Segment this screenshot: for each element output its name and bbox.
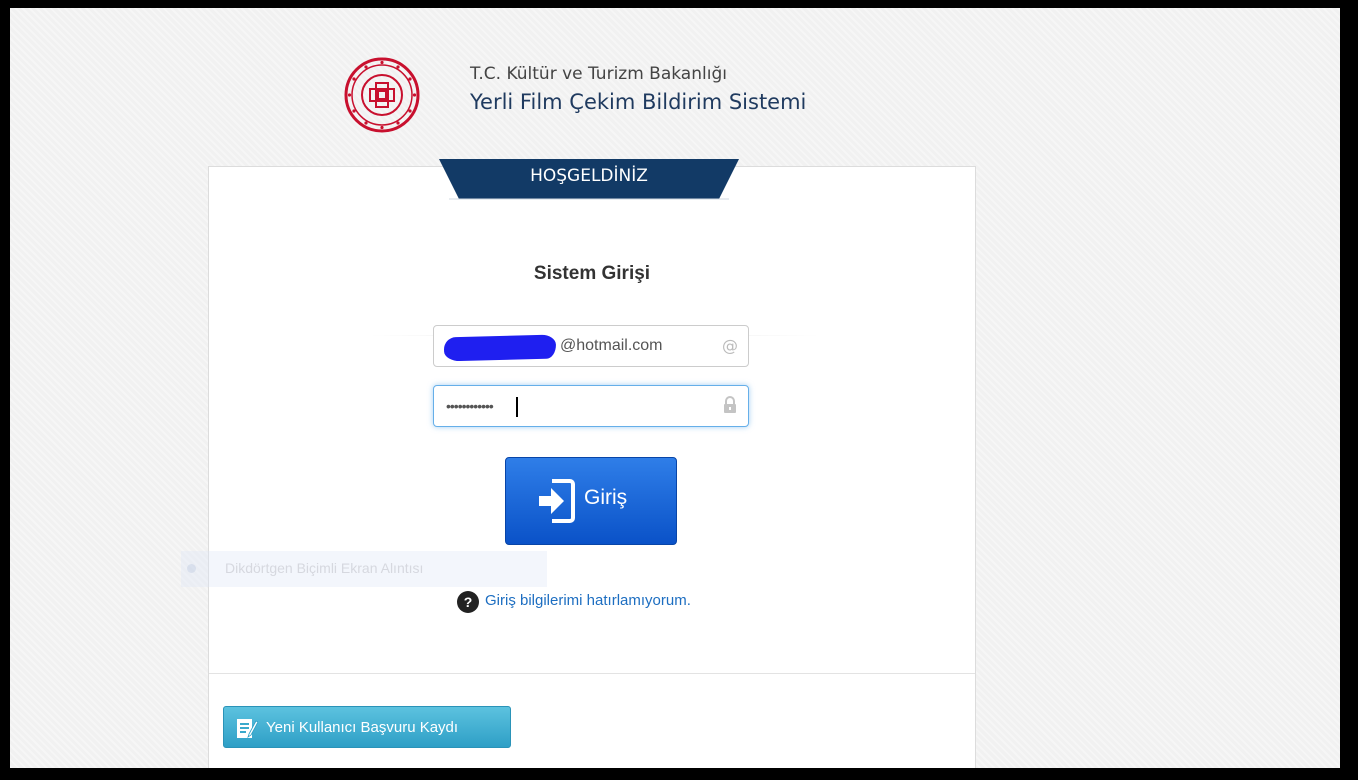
- text-caret: [516, 397, 518, 417]
- welcome-tab: HOŞGELDİNİZ: [439, 159, 739, 203]
- overlay-text: Dikdörtgen Biçimli Ekran Alıntısı: [225, 560, 424, 576]
- register-button-label: Yeni Kullanıcı Başvuru Kaydı: [266, 719, 459, 736]
- system-title: Yerli Film Çekim Bildirim Sistemi: [470, 90, 807, 114]
- edit-form-icon: [237, 719, 258, 738]
- login-button[interactable]: Giriş: [505, 457, 677, 545]
- login-button-label: Giriş: [584, 486, 628, 509]
- email-input[interactable]: [434, 326, 748, 366]
- password-input[interactable]: [434, 386, 748, 426]
- welcome-label: HOŞGELDİNİZ: [530, 166, 648, 186]
- footer-divider: [209, 673, 975, 674]
- lock-icon: [722, 396, 738, 418]
- ministry-name: T.C. Kültür ve Turizm Bakanlığı: [470, 64, 727, 84]
- login-card: HOŞGELDİNİZ Sistem Girişi @hotmail.com @…: [181, 159, 976, 768]
- snip-overlay: Dikdörtgen Biçimli Ekran Alıntısı: [181, 551, 547, 587]
- at-icon: @: [722, 336, 738, 355]
- forgot-credentials-link[interactable]: Giriş bilgilerimi hatırlamıyorum.: [485, 592, 691, 609]
- login-title: Sistem Girişi: [533, 263, 651, 284]
- email-field[interactable]: @: [433, 325, 749, 367]
- new-user-register-button[interactable]: Yeni Kullanıcı Başvuru Kaydı: [223, 706, 511, 748]
- page-background: T.C. Kültür ve Turizm Bakanlığı Yerli Fi…: [10, 8, 1340, 768]
- question-icon: ?: [457, 591, 479, 613]
- overlay-dot: [187, 564, 196, 573]
- ministry-emblem-icon: [344, 57, 420, 133]
- sign-in-icon: [539, 479, 575, 523]
- password-field[interactable]: [433, 385, 749, 427]
